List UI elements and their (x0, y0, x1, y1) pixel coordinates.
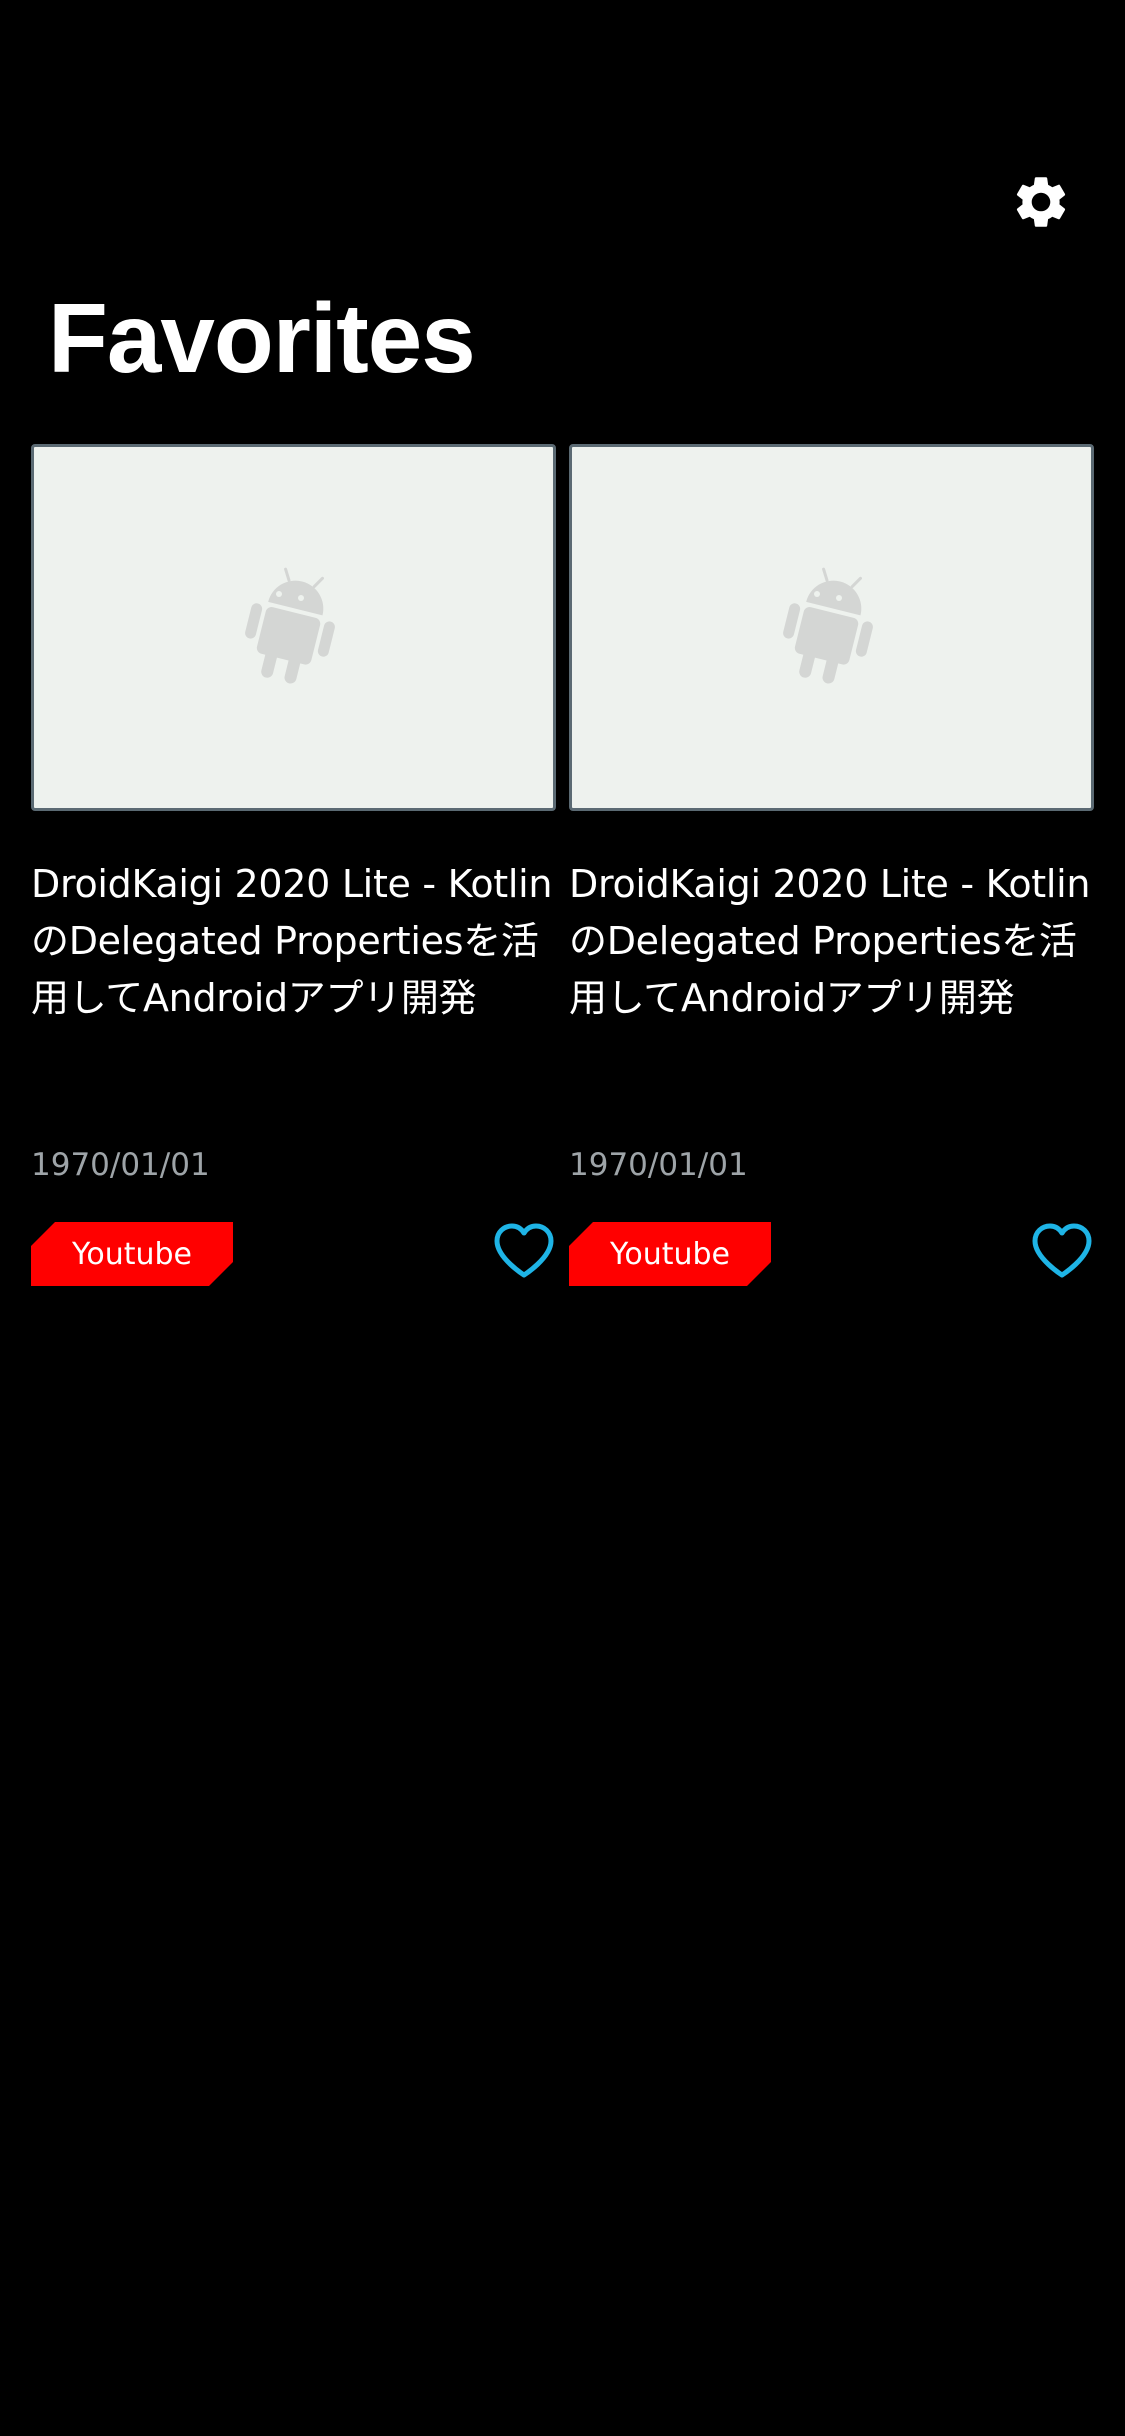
video-title[interactable]: DroidKaigi 2020 Lite - KotlinのDelegated … (569, 856, 1094, 1027)
favorite-button[interactable] (492, 1221, 556, 1281)
settings-button[interactable] (1006, 167, 1076, 237)
video-card[interactable]: DroidKaigi 2020 Lite - KotlinのDelegated … (31, 444, 556, 1289)
heart-outline-icon (492, 1222, 556, 1280)
video-date: 1970/01/01 (31, 1147, 210, 1183)
page-title: Favorites (48, 283, 476, 393)
video-date: 1970/01/01 (569, 1147, 748, 1183)
gear-icon (1010, 171, 1072, 233)
video-card[interactable]: DroidKaigi 2020 Lite - KotlinのDelegated … (569, 444, 1094, 1289)
video-thumbnail[interactable] (31, 444, 556, 811)
heart-outline-icon (1030, 1222, 1094, 1280)
youtube-tag[interactable]: Youtube (569, 1222, 771, 1286)
video-thumbnail[interactable] (569, 444, 1094, 811)
video-title[interactable]: DroidKaigi 2020 Lite - KotlinのDelegated … (31, 856, 556, 1027)
favorite-button[interactable] (1030, 1221, 1094, 1281)
favorites-grid: DroidKaigi 2020 Lite - KotlinのDelegated … (31, 444, 1095, 1289)
android-placeholder-icon (769, 562, 895, 694)
android-placeholder-icon (231, 562, 357, 694)
youtube-tag[interactable]: Youtube (31, 1222, 233, 1286)
